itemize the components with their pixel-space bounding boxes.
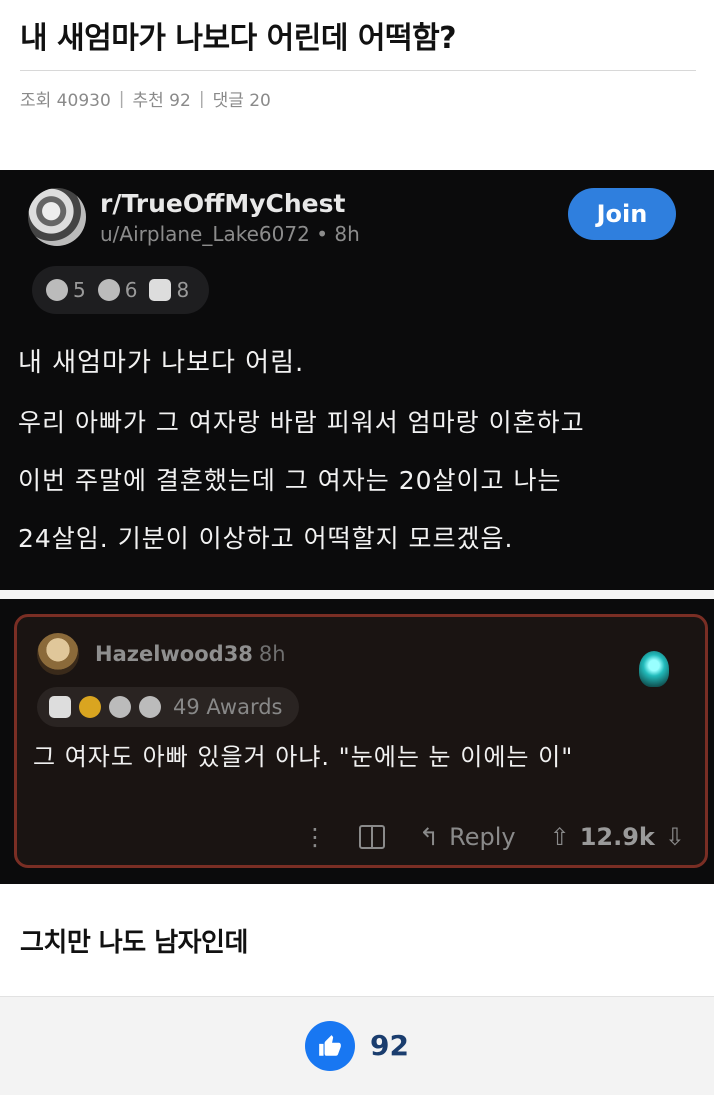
subreddit-avatar	[28, 188, 86, 246]
reply-action: ↰ Reply	[419, 823, 516, 851]
comment-header: Hazelwood38 8h	[37, 633, 286, 675]
downvote-icon: ⇩	[664, 823, 685, 851]
award-count: 8	[176, 278, 190, 302]
recommend-count: 추천 92	[132, 91, 191, 111]
commenter-avatar	[37, 633, 79, 675]
comment-awards-count: 49 Awards	[173, 695, 283, 719]
reddit-body-line: 24살임. 기분이 이상하고 어떡할지 모르겠음.	[18, 524, 514, 553]
award-silver-icon	[49, 696, 71, 718]
reddit-names: r/TrueOffMyChest u/Airplane_Lake6072 • 8…	[100, 189, 360, 246]
gift-icon	[359, 825, 386, 849]
reddit-post-header: r/TrueOffMyChest u/Airplane_Lake6072 • 8…	[28, 188, 360, 246]
award-wholesome-icon	[139, 696, 161, 718]
vote-action: ⇧ 12.9k ⇩	[550, 823, 685, 851]
commenter-name: Hazelwood38 8h	[95, 642, 286, 666]
post-body-text: 그치만 나도 남자인데	[20, 928, 248, 958]
subreddit-name: r/TrueOffMyChest	[100, 188, 346, 218]
reddit-screenshot-image: r/TrueOffMyChest u/Airplane_Lake6072 • 8…	[0, 170, 714, 884]
reddit-post-body: 내 새엄마가 나보다 어림. 우리 아빠가 그 여자랑 바람 피워서 엄마랑 이…	[18, 332, 698, 568]
comment-actions: ⋮ ↰ Reply ⇧ 12.9k ⇩	[17, 815, 705, 859]
comment-awards: 49 Awards	[37, 687, 299, 727]
reply-label: Reply	[449, 823, 516, 851]
comment-text: 그 여자도 아빠 있을거 아냐. "눈에는 눈 이에는 이"	[33, 743, 574, 771]
award-item: 8	[149, 278, 189, 302]
like-area: 92	[0, 996, 714, 1095]
reddit-body-line: 우리 아빠가 그 여자랑 바람 피워서 엄마랑 이혼하고	[18, 408, 585, 437]
reddit-comment: Hazelwood38 8h 49 Awards 그 여자도 아빠 있을거 아냐.…	[14, 614, 708, 868]
meta-separator: |	[198, 88, 205, 109]
award-count: 5	[73, 278, 86, 302]
commenter-username: Hazelwood38	[95, 642, 253, 666]
award-gold-icon	[79, 696, 101, 718]
award-wholesome-icon	[97, 279, 120, 301]
join-button: Join	[568, 188, 676, 240]
award-item: 5	[46, 278, 86, 302]
post-title: 내 새엄마가 나보다 어린데 어떡함?	[20, 21, 457, 56]
award-count: 6	[124, 278, 138, 302]
views-count: 조회 40930	[20, 91, 111, 111]
reddit-user-time: u/Airplane_Lake6072 • 8h	[100, 221, 360, 246]
comment-time: 8h	[258, 642, 286, 666]
meta-separator: |	[118, 88, 125, 109]
like-button[interactable]	[305, 1021, 355, 1071]
post-header: 내 새엄마가 나보다 어린데 어떡함?	[20, 18, 696, 60]
vote-count: 12.9k	[579, 823, 655, 851]
reply-arrow-icon: ↰	[419, 823, 440, 851]
thumbs-up-icon	[319, 1035, 341, 1056]
lightbulb-icon	[639, 651, 669, 687]
title-divider	[20, 70, 696, 71]
more-options-icon: ⋮	[303, 823, 327, 851]
award-silver-icon	[149, 279, 172, 301]
upvote-icon: ⇧	[549, 823, 570, 851]
screenshot-divider	[0, 590, 714, 599]
reddit-body-line: 이번 주말에 결혼했는데 그 여자는 20살이고 나는	[18, 466, 562, 495]
comment-count: 댓글 20	[212, 91, 271, 111]
like-count: 92	[370, 1029, 409, 1062]
award-helpful-icon	[109, 696, 131, 718]
post-awards: 5 6 8	[32, 266, 210, 314]
award-helpful-icon	[46, 279, 68, 301]
reddit-body-line: 내 새엄마가 나보다 어림.	[18, 348, 305, 378]
post-meta: 조회 40930 | 추천 92 | 댓글 20	[20, 86, 271, 112]
award-item: 6	[97, 278, 138, 302]
